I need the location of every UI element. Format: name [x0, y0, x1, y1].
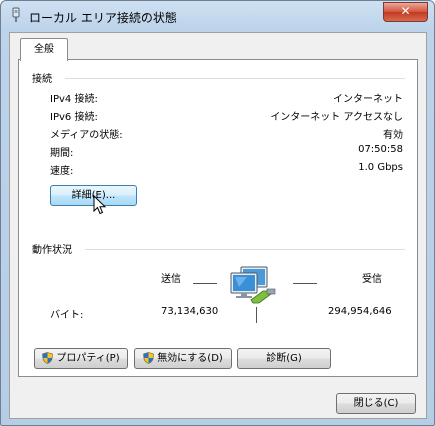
connection-section-divider: [65, 78, 405, 79]
bytes-sent-value: 73,134,630: [161, 306, 219, 317]
connection-section-title: 接続: [32, 74, 52, 85]
ipv4-value: インターネット: [333, 94, 403, 105]
mouse-pointer-icon: [93, 195, 107, 215]
network-adapter-icon: [12, 7, 20, 22]
media-state-label: メディアの状態:: [50, 130, 123, 141]
disable-button[interactable]: 無効にする(D): [134, 348, 232, 369]
diagnose-button[interactable]: 診断(G): [237, 348, 331, 369]
close-icon: ✕: [400, 4, 411, 18]
received-label: 受信: [362, 274, 382, 285]
ipv6-label: IPv6 接続:: [50, 112, 98, 123]
duration-value: 07:50:58: [358, 144, 403, 155]
sent-line: [193, 283, 217, 284]
close-button[interactable]: 閉じる(C): [336, 393, 416, 414]
disable-button-label: 無効にする(D): [157, 353, 223, 364]
tab-page-general: 接続 IPv4 接続: インターネット IPv6 接続: インターネット アクセ…: [18, 59, 418, 377]
ipv4-label: IPv4 接続:: [50, 94, 98, 105]
speed-value: 1.0 Gbps: [358, 162, 403, 173]
close-window-button[interactable]: ✕: [383, 2, 428, 22]
speed-label: 速度:: [50, 166, 74, 177]
activity-link-line: [256, 307, 257, 323]
status-dialog: ローカル エリア接続の状態 ✕ 全般 接続 IPv4 接続: インターネット I…: [0, 0, 435, 426]
duration-label: 期間:: [50, 148, 74, 159]
received-line: [293, 283, 317, 284]
sent-label: 送信: [161, 274, 181, 285]
title-bar[interactable]: ローカル エリア接続の状態 ✕: [1, 1, 434, 31]
dialog-body: 全般 接続 IPv4 接続: インターネット IPv6 接続: インターネット …: [9, 32, 427, 419]
uac-shield-icon: [143, 352, 155, 364]
bytes-label: バイト:: [50, 310, 84, 321]
properties-button[interactable]: プロパティ(P): [34, 348, 128, 369]
activity-section-title: 動作状況: [32, 245, 72, 256]
tab-general[interactable]: 全般: [20, 38, 68, 61]
window-title: ローカル エリア接続の状態: [29, 11, 177, 25]
network-computers-icon: [230, 266, 276, 304]
properties-button-label: プロパティ(P): [56, 353, 120, 364]
ipv6-value: インターネット アクセスなし: [270, 112, 403, 123]
uac-shield-icon: [42, 352, 54, 364]
activity-section-divider: [85, 249, 405, 250]
media-state-value: 有効: [383, 130, 403, 141]
bytes-received-value: 294,954,646: [328, 306, 392, 317]
